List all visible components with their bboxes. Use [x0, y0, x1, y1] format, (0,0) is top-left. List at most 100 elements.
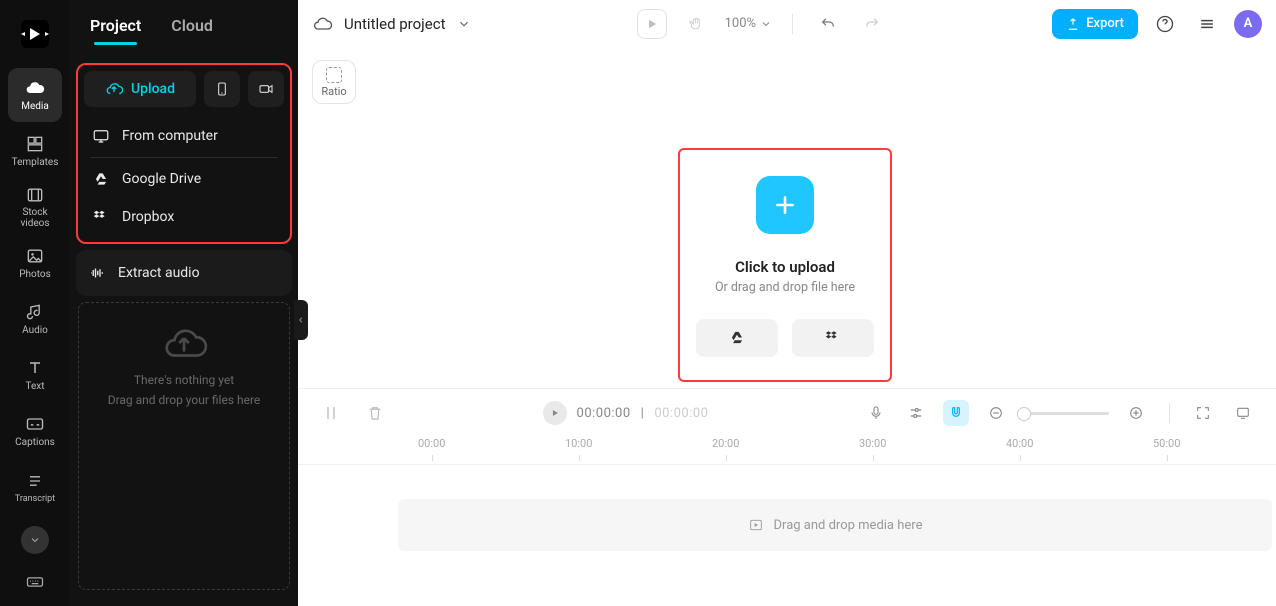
upload-title: Click to upload	[735, 258, 835, 276]
snap-button[interactable]	[943, 400, 969, 426]
image-icon	[25, 246, 45, 266]
track-area: Drag and drop media here	[298, 465, 1276, 606]
redo-icon	[864, 16, 880, 32]
track-placeholder[interactable]: Drag and drop media here	[398, 499, 1272, 551]
upload-sub: Or drag and drop file here	[715, 280, 855, 295]
music-icon	[25, 302, 45, 322]
menu-separator	[90, 157, 278, 158]
left-rail: Media Templates Stock videos Photos Audi…	[0, 0, 70, 606]
media-panel: Project Cloud Upload From computer	[70, 0, 298, 606]
menu-icon	[1197, 14, 1217, 34]
upload-mobile[interactable]	[204, 71, 240, 107]
tick: 00:00	[418, 437, 445, 450]
hand-icon	[688, 16, 704, 32]
zoom-slider[interactable]	[1023, 412, 1109, 415]
canvas-google-drive-button[interactable]	[696, 319, 778, 357]
rail-transcript[interactable]: Transcript	[8, 460, 62, 514]
rail-label: Media	[21, 101, 49, 112]
fullscreen-button[interactable]	[1230, 400, 1256, 426]
user-avatar[interactable]: A	[1234, 10, 1262, 38]
trash-icon	[366, 404, 384, 422]
rail-templates[interactable]: Templates	[8, 124, 62, 178]
rail-stock-videos[interactable]: Stock videos	[8, 180, 62, 234]
tab-project[interactable]: Project	[90, 16, 141, 45]
extract-box: Extract audio	[76, 250, 292, 296]
markers-button[interactable]	[903, 400, 929, 426]
tick: 30:00	[859, 437, 886, 450]
help-button[interactable]	[1150, 9, 1180, 39]
zoom-out-button[interactable]	[983, 400, 1009, 426]
templates-icon	[25, 134, 45, 154]
cloud-status-icon[interactable]	[312, 14, 332, 34]
upload-button[interactable]: Upload	[84, 71, 196, 107]
cloud-upload-icon	[105, 80, 123, 98]
topbar: Untitled project 100%	[298, 0, 1276, 48]
ratio-label: Ratio	[321, 85, 346, 98]
menu-button[interactable]	[1192, 9, 1222, 39]
rail-more[interactable]	[21, 526, 49, 554]
menu-label: Dropbox	[122, 209, 174, 225]
rail-audio[interactable]: Audio	[8, 292, 62, 346]
delete-button[interactable]	[362, 400, 388, 426]
plus-icon	[772, 192, 798, 218]
dropbox-icon	[92, 208, 110, 226]
split-button[interactable]	[318, 400, 344, 426]
waveform-icon	[88, 264, 106, 282]
menu-dropbox[interactable]: Dropbox	[84, 198, 284, 236]
divider	[792, 14, 793, 34]
ratio-button[interactable]: Ratio	[312, 60, 356, 104]
undo-button[interactable]	[813, 9, 843, 39]
rail-text[interactable]: Text	[8, 348, 62, 402]
play-icon	[550, 408, 560, 418]
rail-media[interactable]: Media	[8, 68, 62, 122]
timeline-ruler[interactable]: 00:00 10:00 20:00 30:00 40:00 50:00	[298, 437, 1276, 465]
redo-button[interactable]	[857, 9, 887, 39]
upload-record[interactable]	[248, 71, 284, 107]
phone-icon	[214, 81, 230, 97]
chevron-down-icon	[760, 18, 772, 30]
rail-label: Stock videos	[8, 208, 62, 229]
cloud-upload-icon	[157, 321, 211, 367]
chevron-down-icon	[29, 534, 41, 546]
canvas-dropbox-button[interactable]	[792, 319, 874, 357]
rail-captions[interactable]: Captions	[8, 404, 62, 458]
text-icon	[25, 358, 45, 378]
canvas-upload-card: Click to upload Or drag and drop file he…	[678, 148, 892, 382]
chevron-down-icon	[457, 17, 471, 31]
export-label: Export	[1086, 16, 1124, 31]
help-icon	[1155, 14, 1175, 34]
rail-keyboard[interactable]	[25, 572, 45, 592]
media-icon	[748, 517, 764, 533]
upload-block: Upload From computer Google Drive	[76, 63, 292, 244]
menu-from-computer[interactable]: From computer	[84, 117, 284, 155]
transcript-icon	[25, 471, 45, 491]
menu-extract-audio[interactable]: Extract audio	[76, 250, 292, 296]
captions-icon	[25, 414, 45, 434]
google-drive-icon	[92, 170, 110, 188]
rail-label: Text	[25, 381, 44, 392]
zoom-in-button[interactable]	[1123, 400, 1149, 426]
play-button[interactable]	[543, 401, 567, 425]
tab-cloud[interactable]: Cloud	[171, 16, 213, 45]
preview-play-button[interactable]	[637, 9, 667, 39]
export-button[interactable]: Export	[1052, 9, 1138, 39]
upload-label: Upload	[131, 81, 175, 97]
project-title[interactable]: Untitled project	[344, 15, 445, 33]
timeline-controls: 00:00:00 | 00:00:00	[298, 389, 1276, 437]
zoom-control[interactable]: 100%	[725, 16, 772, 31]
cloud-icon	[25, 78, 45, 98]
fit-button[interactable]	[1190, 400, 1216, 426]
minus-circle-icon	[988, 405, 1004, 421]
dropzone-line1: There's nothing yet	[134, 373, 234, 387]
title-dropdown[interactable]	[457, 17, 471, 31]
canvas-area: Ratio Click to upload Or drag and drop f…	[298, 48, 1276, 388]
tick: 50:00	[1153, 437, 1180, 450]
menu-label: Google Drive	[122, 171, 201, 187]
pan-hand-button[interactable]	[681, 9, 711, 39]
rail-label: Captions	[15, 437, 55, 448]
upload-plus-button[interactable]	[756, 176, 814, 234]
panel-dropzone[interactable]: There's nothing yet Drag and drop your f…	[78, 302, 290, 590]
menu-google-drive[interactable]: Google Drive	[84, 160, 284, 198]
mic-button[interactable]	[863, 400, 889, 426]
rail-photos[interactable]: Photos	[8, 236, 62, 290]
